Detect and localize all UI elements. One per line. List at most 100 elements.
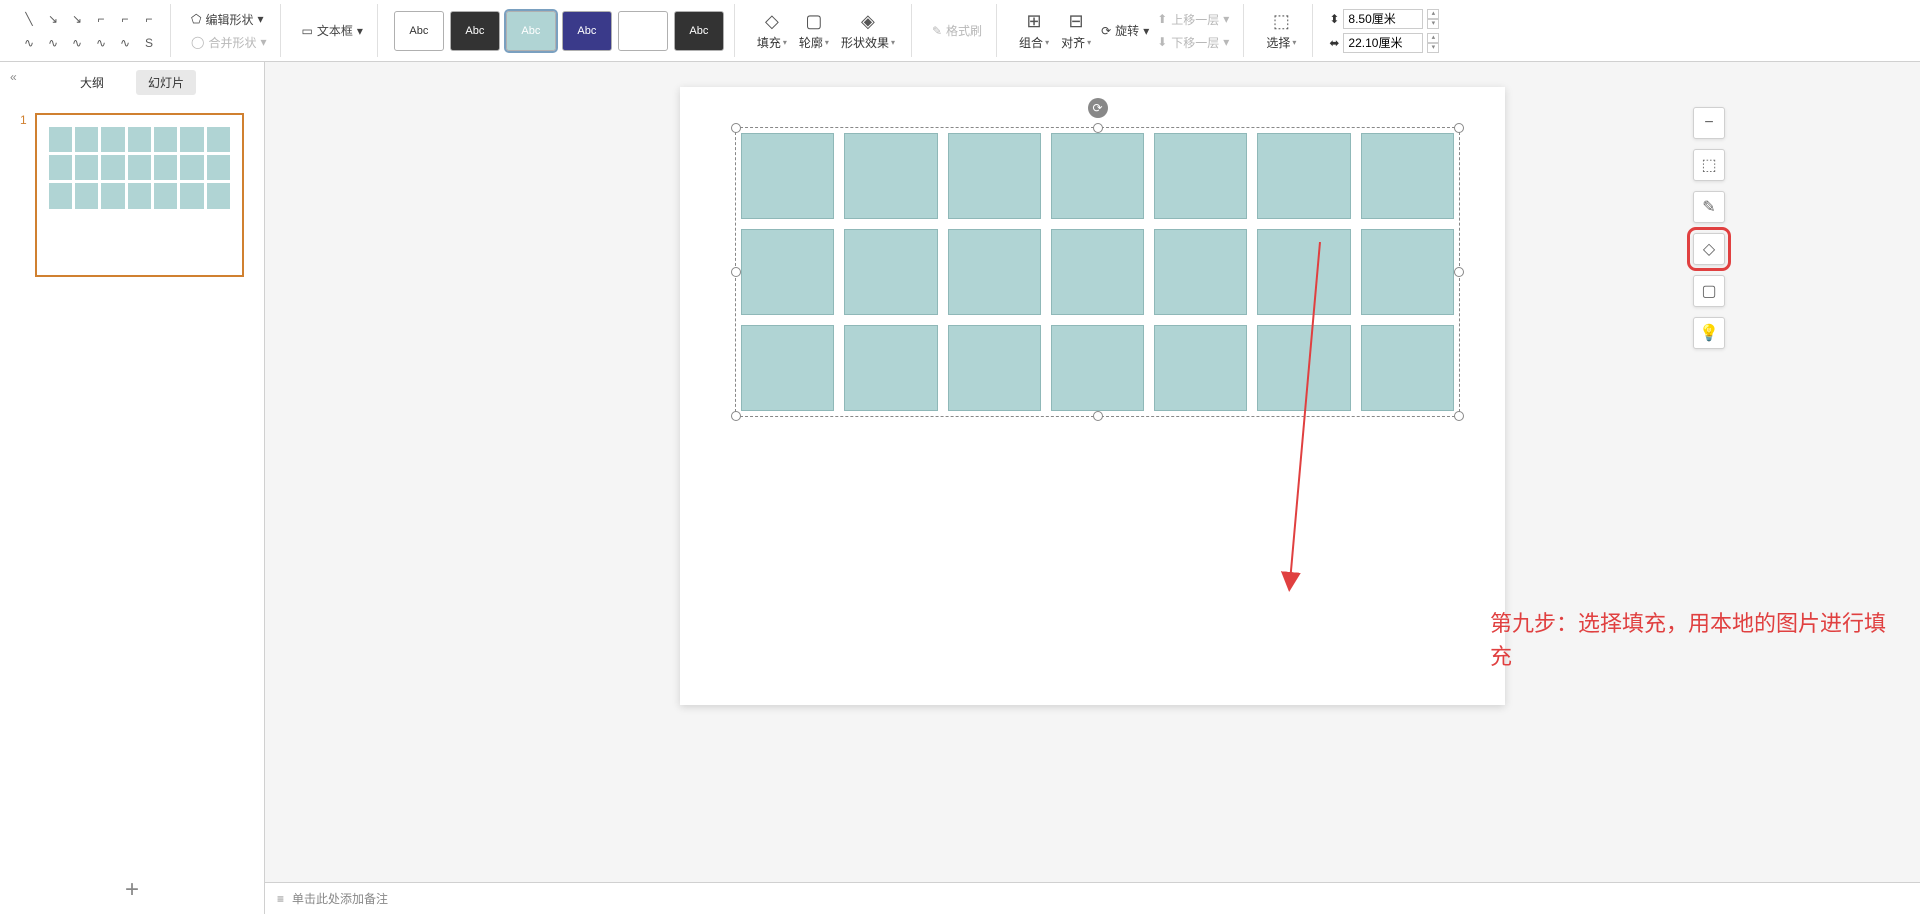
effects-label: 形状效果 [841,34,889,51]
float-collapse-button[interactable]: − [1693,107,1725,139]
effects-icon: ◈ [861,11,875,32]
line-shape-1[interactable]: ╲ [18,8,40,30]
align-label: 对齐 [1061,34,1085,51]
format-painter-icon: ✎ [932,24,942,38]
line-shape-12[interactable]: S [138,32,160,54]
text-box-button[interactable]: ▭ 文本框 ▾ [297,20,366,41]
shape-cell[interactable] [844,133,937,219]
align-icon: ⊟ [1069,11,1084,32]
style-swatch-2[interactable]: Abc [450,11,500,51]
notes-bar[interactable]: ≡ 单击此处添加备注 [265,882,1920,914]
shape-cell[interactable] [741,133,834,219]
chevron-down-icon: ▾ [357,24,363,38]
shape-cell[interactable] [1051,133,1144,219]
shape-cell[interactable] [1051,229,1144,315]
rotate-label: 旋转 [1115,22,1139,39]
height-down[interactable]: ▾ [1427,19,1439,29]
line-shape-9[interactable]: ∿ [66,32,88,54]
line-shape-11[interactable]: ∿ [114,32,136,54]
notes-placeholder: 单击此处添加备注 [292,890,388,907]
shape-cell[interactable] [1154,133,1247,219]
selection-box[interactable]: ⟳ [735,127,1460,417]
shape-cell[interactable] [1257,325,1350,411]
style-swatch-6[interactable]: Abc [674,11,724,51]
merge-shape-icon: ◯ [191,35,204,49]
shape-cell[interactable] [948,229,1041,315]
group-icon: ⊞ [1027,11,1042,32]
resize-handle-ne[interactable] [1454,123,1464,133]
resize-handle-sw[interactable] [731,411,741,421]
shape-cell[interactable] [948,133,1041,219]
shape-cell[interactable] [1051,325,1144,411]
canvas-area[interactable]: ⟳ − ⬚ ✎ ◇ ▢ 💡 [265,62,1920,914]
line-shape-2[interactable]: ↘ [42,8,64,30]
align-button[interactable]: ⊟ 对齐▾ [1055,9,1097,53]
select-button[interactable]: ⬚ 选择▾ [1260,9,1302,53]
resize-handle-s[interactable] [1093,411,1103,421]
select-group: ⬚ 选择▾ [1250,4,1313,57]
rotate-icon: ⟳ [1101,24,1111,38]
select-icon: ⬚ [1273,11,1290,32]
style-swatch-3[interactable]: Abc [506,11,556,51]
resize-handle-e[interactable] [1454,267,1464,277]
send-backward-label: 下移一层 [1171,34,1219,51]
effects-button[interactable]: ◈ 形状效果▾ [835,9,901,53]
line-shape-10[interactable]: ∿ [90,32,112,54]
resize-handle-n[interactable] [1093,123,1103,133]
slide-thumbnail-1[interactable] [35,113,244,277]
shape-cell[interactable] [1154,325,1247,411]
float-outline-button[interactable]: ▢ [1693,275,1725,307]
slides-tab[interactable]: 幻灯片 [136,70,196,95]
resize-handle-nw[interactable] [731,123,741,133]
rotate-button[interactable]: ⟳ 旋转▾ [1097,20,1153,41]
rotate-handle[interactable]: ⟳ [1088,98,1108,118]
shape-cell[interactable] [1257,133,1350,219]
outline-button[interactable]: ▢ 轮廓▾ [793,9,835,53]
textbox-group: ▭ 文本框 ▾ [287,4,377,57]
float-eyedropper-button[interactable]: ✎ [1693,191,1725,223]
shape-cell[interactable] [741,325,834,411]
line-shape-8[interactable]: ∿ [42,32,64,54]
width-down[interactable]: ▾ [1427,43,1439,53]
line-shape-5[interactable]: ⌐ [114,8,136,30]
line-shape-6[interactable]: ⌐ [138,8,160,30]
shapes-grid [741,133,1454,411]
shape-cell[interactable] [1257,229,1350,315]
fill-button[interactable]: ◇ 填充▾ [751,9,793,53]
height-input[interactable] [1343,9,1423,29]
resize-handle-w[interactable] [731,267,741,277]
style-swatch-4[interactable]: Abc [562,11,612,51]
resize-handle-se[interactable] [1454,411,1464,421]
dimensions-group: ⬍ ▴▾ ⬌ ▴▾ [1319,4,1449,57]
float-format-button[interactable]: ⬚ [1693,149,1725,181]
shape-cell[interactable] [1361,325,1454,411]
collapse-sidebar-icon[interactable]: « [10,70,17,84]
shape-cell[interactable] [741,229,834,315]
width-input[interactable] [1343,33,1423,53]
shape-cell[interactable] [1361,229,1454,315]
float-idea-button[interactable]: 💡 [1693,317,1725,349]
style-swatch-5[interactable] [618,11,668,51]
select-label: 选择 [1266,34,1290,51]
width-up[interactable]: ▴ [1427,33,1439,43]
slide-canvas[interactable]: ⟳ [680,87,1505,705]
shape-cell[interactable] [844,229,937,315]
add-slide-button[interactable]: + [0,866,264,914]
shape-cell[interactable] [844,325,937,411]
shape-edit-group: ⬠ 编辑形状 ▾ ◯ 合并形状 ▾ [177,4,281,57]
height-up[interactable]: ▴ [1427,9,1439,19]
edit-shape-button[interactable]: ⬠ 编辑形状 ▾ [187,9,270,30]
float-fill-button[interactable]: ◇ [1693,233,1725,265]
ribbon-toolbar: ╲ ↘ ↘ ⌐ ⌐ ⌐ ∿ ∿ ∿ ∿ ∿ S ⬠ 编辑形状 ▾ ◯ 合并形状 … [0,0,1920,62]
line-shape-7[interactable]: ∿ [18,32,40,54]
group-button[interactable]: ⊞ 组合▾ [1013,9,1055,53]
send-backward-icon: ⬇ [1157,35,1167,49]
shape-cell[interactable] [948,325,1041,411]
shape-cell[interactable] [1154,229,1247,315]
outline-label: 轮廓 [799,34,823,51]
style-swatch-1[interactable]: Abc [394,11,444,51]
shape-cell[interactable] [1361,133,1454,219]
outline-tab[interactable]: 大纲 [68,70,116,95]
line-shape-3[interactable]: ↘ [66,8,88,30]
line-shape-4[interactable]: ⌐ [90,8,112,30]
